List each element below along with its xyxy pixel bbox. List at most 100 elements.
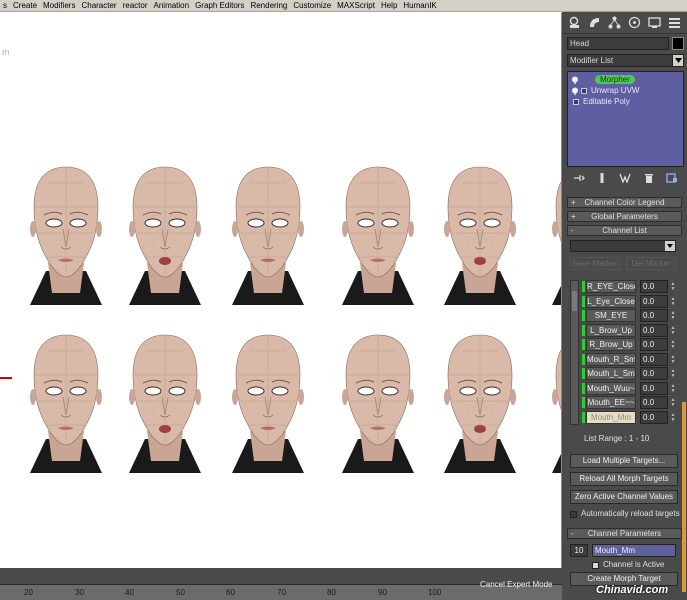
channel-value-field[interactable]: 0.0 bbox=[640, 338, 668, 351]
lightbulb-icon[interactable] bbox=[571, 87, 579, 95]
configure-modifier-sets-icon[interactable] bbox=[665, 172, 679, 184]
channel-name-button[interactable]: L_Eye_Close bbox=[586, 295, 636, 308]
rollout-channel-color-legend[interactable]: + Channel Color Legend bbox=[567, 197, 682, 208]
spinner-icon[interactable]: ▲ ▼ bbox=[669, 280, 677, 293]
menu-rendering[interactable]: Rendering bbox=[247, 0, 290, 12]
channel-value-field[interactable]: 0.0 bbox=[640, 280, 668, 293]
checkbox-icon[interactable] bbox=[592, 561, 599, 569]
zero-active-channels-button[interactable]: Zero Active Channel Values bbox=[570, 490, 678, 504]
rollout-global-parameters[interactable]: + Global Parameters bbox=[567, 211, 682, 222]
channel-value-field[interactable]: 0.0 bbox=[640, 411, 668, 424]
channel-value-field[interactable]: 0.0 bbox=[640, 396, 668, 409]
channel-value-field[interactable]: 0.0 bbox=[640, 367, 668, 380]
hierarchy-icon[interactable] bbox=[607, 15, 622, 30]
channel-row[interactable]: Mouth_Mm 0.0 ▲ ▼ bbox=[582, 411, 678, 424]
spinner-icon[interactable]: ▲ ▼ bbox=[669, 382, 677, 395]
spinner-icon[interactable]: ▲ ▼ bbox=[669, 295, 677, 308]
reload-all-targets-button[interactable]: Reload All Morph Targets bbox=[570, 472, 678, 486]
channel-scrollbar[interactable] bbox=[570, 280, 579, 425]
spinner-icon[interactable]: ▲ ▼ bbox=[669, 396, 677, 409]
channel-row[interactable]: L_Eye_Close 0.0 ▲ ▼ bbox=[582, 295, 678, 308]
menu-animation[interactable]: Animation bbox=[151, 0, 193, 12]
menu-create[interactable]: Create bbox=[10, 0, 40, 12]
modifier-list-dropdown[interactable]: Modifier List bbox=[567, 54, 684, 67]
morph-target-head[interactable] bbox=[117, 163, 213, 305]
menu-file-partial[interactable]: s bbox=[0, 0, 10, 12]
channel-value-field[interactable]: 0.0 bbox=[640, 324, 668, 337]
channel-value-field[interactable]: 0.0 bbox=[640, 353, 668, 366]
menu-graph-editors[interactable]: Graph Editors bbox=[192, 0, 247, 12]
morph-target-head[interactable] bbox=[540, 163, 561, 305]
channel-row[interactable]: L_Brow_Up 0.0 ▲ ▼ bbox=[582, 324, 678, 337]
channel-name-button[interactable]: L_Brow_Up bbox=[586, 324, 636, 337]
channel-name-button[interactable]: Mouth_R_Sm bbox=[586, 353, 636, 366]
auto-reload-checkbox[interactable]: Automatically reload targets bbox=[570, 508, 682, 520]
channel-row[interactable]: Mouth_L_Sm 0.0 ▲ ▼ bbox=[582, 367, 678, 380]
morph-target-head[interactable] bbox=[540, 331, 561, 473]
morph-target-head[interactable] bbox=[432, 163, 528, 305]
channel-value-field[interactable]: 0.0 bbox=[640, 382, 668, 395]
pin-stack-icon[interactable] bbox=[572, 172, 586, 184]
expand-box-icon[interactable] bbox=[573, 98, 579, 105]
spinner-icon[interactable]: ▲ ▼ bbox=[669, 353, 677, 366]
del-marker-button[interactable]: Del Marker bbox=[626, 257, 676, 270]
menu-customize[interactable]: Customize bbox=[290, 0, 334, 12]
morph-target-head[interactable] bbox=[330, 163, 426, 305]
channel-name-button[interactable]: R_Brow_Up bbox=[586, 338, 636, 351]
menu-help[interactable]: Help bbox=[378, 0, 400, 12]
channel-name-button[interactable]: Mouth_EE~~ bbox=[586, 396, 636, 409]
make-unique-icon[interactable] bbox=[618, 172, 632, 184]
morph-target-head[interactable] bbox=[18, 163, 114, 305]
motion-icon[interactable] bbox=[627, 15, 642, 30]
channel-number-field[interactable]: 10 bbox=[570, 544, 588, 557]
channel-name-button[interactable]: Mouth_Wuu~~ bbox=[586, 382, 636, 395]
morph-target-head[interactable] bbox=[117, 331, 213, 473]
remove-modifier-icon[interactable] bbox=[642, 172, 656, 184]
chevron-down-icon[interactable] bbox=[665, 241, 675, 251]
rollout-channel-list[interactable]: - Channel List bbox=[567, 225, 682, 236]
utilities-icon[interactable] bbox=[667, 15, 682, 30]
menu-maxscript[interactable]: MAXScript bbox=[334, 0, 378, 12]
stack-item-editable-poly[interactable]: Editable Poly bbox=[568, 96, 683, 107]
cancel-expert-mode-button[interactable]: Cancel Expert Mode bbox=[480, 580, 552, 589]
channel-active-checkbox[interactable]: Channel is Active bbox=[592, 559, 687, 571]
stack-item-morpher[interactable]: Morpher bbox=[568, 74, 683, 85]
channel-row[interactable]: SM_EYE 0.0 ▲ ▼ bbox=[582, 309, 678, 322]
channel-name-button[interactable]: R_EYE_Close bbox=[586, 280, 636, 293]
channel-name-button[interactable]: Mouth_Mm bbox=[586, 411, 636, 424]
morph-target-head[interactable] bbox=[330, 331, 426, 473]
modify-icon[interactable] bbox=[587, 15, 602, 30]
load-multiple-targets-button[interactable]: Load Multiple Targets... bbox=[570, 454, 678, 468]
morph-target-head[interactable] bbox=[220, 163, 316, 305]
menu-modifiers[interactable]: Modifiers bbox=[40, 0, 78, 12]
chevron-down-icon[interactable] bbox=[672, 55, 683, 66]
timeline[interactable]: 20 30 40 50 60 70 80 90 100 bbox=[0, 568, 562, 600]
lightbulb-icon[interactable] bbox=[571, 76, 579, 84]
save-marker-button[interactable]: Save Marker bbox=[570, 257, 620, 270]
perspective-viewport[interactable]: m bbox=[0, 13, 562, 568]
rollout-channel-parameters[interactable]: - Channel Parameters bbox=[567, 528, 682, 539]
object-name-field[interactable]: Head bbox=[567, 37, 669, 50]
object-color-swatch[interactable] bbox=[672, 37, 684, 50]
show-end-result-icon[interactable] bbox=[595, 172, 609, 184]
scrollbar-thumb[interactable] bbox=[572, 291, 577, 311]
morph-target-head[interactable] bbox=[220, 331, 316, 473]
spinner-icon[interactable]: ▲ ▼ bbox=[669, 309, 677, 322]
channel-name-button[interactable]: SM_EYE bbox=[586, 309, 636, 322]
channel-name-field[interactable]: Mouth_Mm bbox=[592, 544, 676, 557]
menu-character[interactable]: Character bbox=[78, 0, 119, 12]
channel-row[interactable]: Mouth_Wuu~~ 0.0 ▲ ▼ bbox=[582, 382, 678, 395]
stack-item-unwrap-uvw[interactable]: Unwrap UVW bbox=[568, 85, 683, 96]
checkbox-icon[interactable] bbox=[570, 510, 577, 518]
spinner-icon[interactable]: ▲ ▼ bbox=[669, 338, 677, 351]
morph-target-head[interactable] bbox=[432, 331, 528, 473]
channel-row[interactable]: Mouth_EE~~ 0.0 ▲ ▼ bbox=[582, 396, 678, 409]
display-icon[interactable] bbox=[647, 15, 662, 30]
time-slider-track[interactable] bbox=[0, 568, 562, 585]
expand-box-icon[interactable] bbox=[581, 87, 587, 94]
channel-value-field[interactable]: 0.0 bbox=[640, 295, 668, 308]
channel-name-button[interactable]: Mouth_L_Sm bbox=[586, 367, 636, 380]
menu-humanik[interactable]: HumanIK bbox=[400, 0, 439, 12]
menu-reactor[interactable]: reactor bbox=[120, 0, 151, 12]
spinner-icon[interactable]: ▲ ▼ bbox=[669, 367, 677, 380]
